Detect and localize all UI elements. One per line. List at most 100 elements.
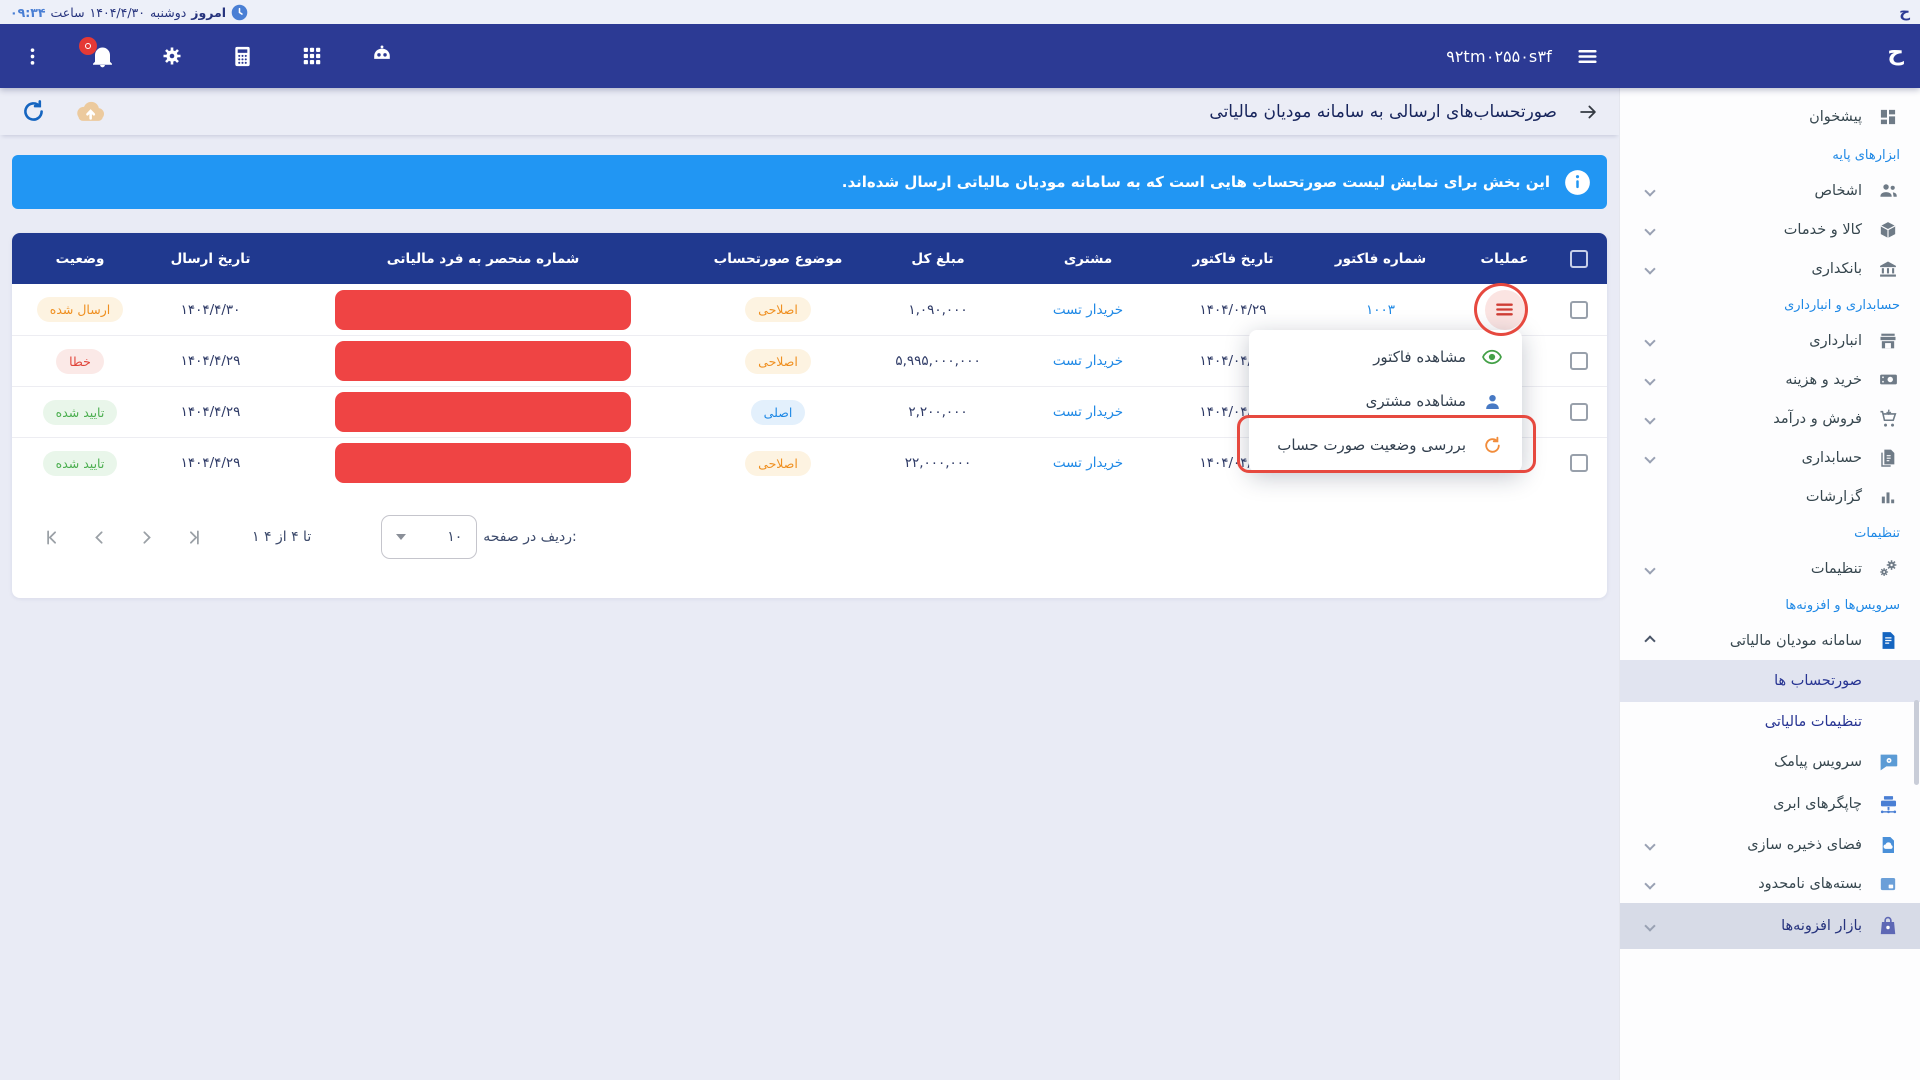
sidebar-item-label: خرید و هزینه xyxy=(1785,372,1862,388)
notification-badge xyxy=(79,37,97,55)
sidebar-item-label: سامانه مودیان مالیاتی xyxy=(1730,633,1862,649)
sidebar-scrollbar[interactable] xyxy=(1914,700,1919,785)
sidebar-item-goods-services[interactable]: کالا و خدمات xyxy=(1620,210,1920,249)
box-icon xyxy=(1876,218,1900,242)
sidebar-item-label: حسابداری xyxy=(1802,450,1862,466)
customer-link[interactable]: خریدار تست xyxy=(1013,353,1163,369)
chevron-down-icon xyxy=(1644,563,1655,574)
cash-icon xyxy=(1876,368,1900,392)
row-checkbox[interactable] xyxy=(1570,301,1588,319)
sidebar-item-label: کالا و خدمات xyxy=(1784,222,1862,238)
last-page-button[interactable] xyxy=(183,527,204,548)
sidebar-item-label: بسته‌های نامحدود xyxy=(1758,876,1862,892)
back-arrow-icon[interactable] xyxy=(1577,101,1599,123)
no-icon xyxy=(1876,710,1900,734)
sidebar-item-cloud-printers[interactable]: چاپگرهای ابری xyxy=(1620,783,1920,825)
next-page-button[interactable] xyxy=(136,527,157,548)
sidebar-item-sales-income[interactable]: فروش و درآمد xyxy=(1620,399,1920,438)
subject-badge: اصلاحی xyxy=(745,451,811,476)
sidebar-item-tax-system[interactable]: سامانه مودیان مالیاتی xyxy=(1620,621,1920,660)
redacted-tax-id xyxy=(335,392,631,432)
navbar-icons xyxy=(18,24,396,88)
info-banner-text: این بخش برای نمایش لیست صورتحساب هایی اس… xyxy=(842,173,1550,191)
sidebar-item-unlimited-packages[interactable]: بسته‌های نامحدود xyxy=(1620,864,1920,903)
eye-icon xyxy=(1480,346,1504,368)
select-all-cell xyxy=(1551,250,1607,268)
sidebar-item-storage-space[interactable]: فضای ذخیره سازی xyxy=(1620,825,1920,864)
subject-badge: اصلاحی xyxy=(745,297,811,322)
chevron-down-icon xyxy=(1644,452,1655,463)
sidebar-item-reports[interactable]: گزارشات xyxy=(1620,477,1920,516)
no-icon xyxy=(1876,669,1900,693)
customer-link[interactable]: خریدار تست xyxy=(1013,404,1163,420)
sidebar-item-label: چاپگرهای ابری xyxy=(1773,796,1862,812)
kebab-menu-icon[interactable] xyxy=(18,42,46,70)
today-label: امروز xyxy=(191,5,226,20)
rows-per-page-select[interactable]: ۱۰ xyxy=(381,515,477,559)
sidebar-item-settings[interactable]: تنظیمات xyxy=(1620,549,1920,588)
workspace-id: ۹۲tm۰۲۵۵۰s۳f xyxy=(1446,24,1552,88)
sidebar-item-addons-market[interactable]: بازار افزونه‌ها xyxy=(1620,903,1920,949)
row-checkbox[interactable] xyxy=(1570,403,1588,421)
sidebar-item-label: پیشخوان xyxy=(1809,109,1862,125)
apps-grid-icon[interactable] xyxy=(298,42,326,70)
sidebar-item-label: سرویس پیامک xyxy=(1774,754,1862,770)
menu-item[interactable]: مشاهده فاکتور xyxy=(1249,335,1522,379)
invoice-number-link[interactable]: ۱۰۰۳ xyxy=(1303,302,1458,318)
select-all-checkbox[interactable] xyxy=(1570,250,1588,268)
hamburger-menu-icon[interactable] xyxy=(1575,44,1600,69)
sidebar-item-tax-settings[interactable]: تنظیمات مالیاتی xyxy=(1620,702,1920,741)
send-date: ۱۴۰۴/۴/۲۹ xyxy=(148,455,273,471)
sidebar-item-label: اشخاص xyxy=(1815,183,1863,199)
sidebar-item-banking[interactable]: بانکداری xyxy=(1620,249,1920,288)
sidebar-item-label: انبارداری xyxy=(1809,333,1862,349)
notifications-button[interactable] xyxy=(88,42,116,70)
sidebar-item-warehousing[interactable]: انبارداری xyxy=(1620,321,1920,360)
sidebar-item-invoices[interactable]: صورتحساب ها xyxy=(1620,660,1920,702)
rows-per-page-label: ردیف در صفحه: xyxy=(483,529,577,545)
customer-link[interactable]: خریدار تست xyxy=(1013,302,1163,318)
column-header-7: تاریخ ارسال xyxy=(148,251,273,267)
gear-icon[interactable] xyxy=(158,42,186,70)
cart-icon xyxy=(1876,407,1900,431)
info-banner: این بخش برای نمایش لیست صورتحساب هایی اس… xyxy=(12,155,1607,209)
chevron-down-icon xyxy=(1644,185,1655,196)
column-header-5: موضوع صورتحساب xyxy=(693,251,863,267)
chevron-down-icon xyxy=(1644,920,1655,931)
sms-icon xyxy=(1876,750,1900,774)
sidebar-item-label: صورتحساب ها xyxy=(1774,673,1862,689)
cloud-upload-icon[interactable] xyxy=(73,98,107,126)
pagination-range: ۱ تا ۴ از ۴ xyxy=(252,529,311,545)
table-header-row: عملیاتشماره فاکتورتاریخ فاکتورمشتریمبلغ … xyxy=(12,233,1607,284)
sidebar-item-sms-service[interactable]: سرویس پیامک xyxy=(1620,741,1920,783)
calculator-icon[interactable] xyxy=(228,42,256,70)
brand-logo: ح xyxy=(1899,5,1910,20)
customer-link[interactable]: خریدار تست xyxy=(1013,455,1163,471)
page-header-actions xyxy=(20,98,107,126)
row-checkbox[interactable] xyxy=(1570,454,1588,472)
date: ۱۴۰۴/۴/۳۰ xyxy=(90,5,145,20)
prev-page-button[interactable] xyxy=(89,527,110,548)
main-content: صورتحساب‌های ارسالی به سامانه مودیان مال… xyxy=(0,88,1619,1080)
time-label: ساعت xyxy=(51,5,85,20)
datetime: امروز دوشنبه ۱۴۰۴/۴/۳۰ ساعت ۰۹:۳۴ xyxy=(10,4,248,21)
bot-icon[interactable] xyxy=(368,42,396,70)
refresh-button[interactable] xyxy=(20,98,47,125)
sidebar-item-people[interactable]: اشخاص xyxy=(1620,171,1920,210)
column-header-0: عملیات xyxy=(1458,251,1551,267)
send-date: ۱۴۰۴/۴/۲۹ xyxy=(148,353,273,369)
status-badge: تایید شده xyxy=(43,400,118,425)
chevron-down-icon xyxy=(1644,413,1655,424)
send-date: ۱۴۰۴/۴/۲۹ xyxy=(148,404,273,420)
sidebar-item-purchase-expense[interactable]: خرید و هزینه xyxy=(1620,360,1920,399)
sidebar-item-label: تنظیمات xyxy=(1811,561,1862,577)
first-page-button[interactable] xyxy=(42,527,63,548)
rows-per-page-value: ۱۰ xyxy=(447,529,462,545)
sidebar-item-dashboard[interactable]: پیشخوان xyxy=(1620,96,1920,138)
row-checkbox[interactable] xyxy=(1570,352,1588,370)
sidebar-item-accounting[interactable]: حسابداری xyxy=(1620,438,1920,477)
bank-icon xyxy=(1876,257,1900,281)
page-title: صورتحساب‌های ارسالی به سامانه مودیان مال… xyxy=(1209,102,1557,122)
sidebar-item-label: فضای ذخیره سازی xyxy=(1747,837,1862,853)
sidebar-item-label: بانکداری xyxy=(1812,261,1863,277)
